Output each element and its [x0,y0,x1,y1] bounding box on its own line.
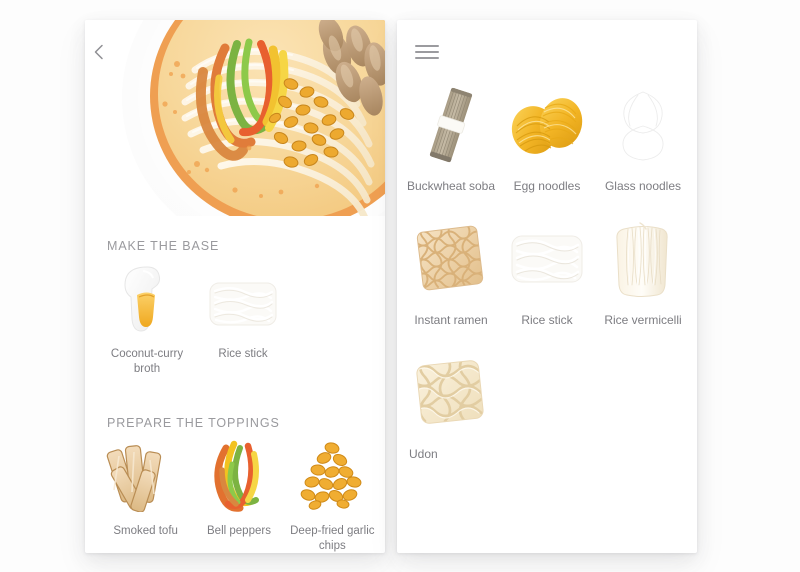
recipe-detail-card: MAKE THE BASE Coconut-curry broth Rice s… [85,20,385,553]
noodle-item-udon[interactable]: Udon [403,350,499,462]
noodle-label: Instant ramen [414,313,488,327]
noodle-label: Rice vermicelli [604,313,682,327]
hamburger-menu-button[interactable] [407,34,447,70]
ingredient-deep-fried-garlic-chips[interactable]: Deep-fried garlic chips [286,440,379,553]
garlic-chips-icon [289,440,375,512]
ingredient-label: Smoked tofu [113,525,178,537]
ingredient-row-base: Coconut-curry broth Rice stick [99,263,379,377]
spoon-broth-icon [104,263,190,335]
chevron-left-icon [94,44,103,60]
noodle-label: Rice stick [521,313,573,327]
smoked-tofu-icon [103,440,189,512]
ingredient-bell-peppers[interactable]: Bell peppers [192,440,285,553]
noodle-grid: Buckwheat soba Egg noodles Glass noodles… [403,82,691,484]
hero-image [85,20,385,216]
back-button[interactable] [89,42,125,78]
noodle-catalog-card: Buckwheat soba Egg noodles Glass noodles… [397,20,697,553]
ingredient-rice-stick[interactable]: Rice stick [195,263,291,377]
egg-noodles-icon [501,82,593,168]
rice-vermicelli-icon [597,216,689,302]
rice-stick-icon [501,216,593,302]
rice-stick-icon [200,263,286,335]
noodle-label: Buckwheat soba [406,179,496,193]
ingredient-coconut-curry-broth[interactable]: Coconut-curry broth [99,263,195,377]
noodle-item-glass-noodles[interactable]: Glass noodles [595,82,691,194]
noodle-item-egg-noodles[interactable]: Egg noodles [499,82,595,194]
buckwheat-soba-icon [405,82,497,168]
ingredient-row-toppings: Smoked tofu Bell peppers Deep-fried garl… [99,440,379,553]
section-title-prepare-the-toppings: PREPARE THE TOPPINGS [107,416,280,430]
ingredient-label: Coconut-curry broth [110,348,184,375]
ingredient-label: Deep-fried garlic chips [290,525,375,552]
noodle-label: Udon [409,447,438,461]
hamburger-menu-icon [415,41,439,63]
ingredient-label: Bell peppers [207,525,271,537]
instant-ramen-icon [405,216,497,302]
noodle-item-rice-stick[interactable]: Rice stick [499,216,595,328]
noodle-item-buckwheat-soba[interactable]: Buckwheat soba [403,82,499,194]
section-title-make-the-base: MAKE THE BASE [107,239,220,253]
glass-noodles-icon [597,82,689,168]
noodle-item-rice-vermicelli[interactable]: Rice vermicelli [595,216,691,328]
bell-peppers-icon [196,440,282,512]
ingredient-label: Rice stick [218,348,268,360]
noodle-item-instant-ramen[interactable]: Instant ramen [403,216,499,328]
noodle-label: Glass noodles [604,179,682,193]
udon-icon [405,350,497,436]
noodle-label: Egg noodles [513,179,581,193]
app-stage: MAKE THE BASE Coconut-curry broth Rice s… [0,0,800,572]
ingredient-smoked-tofu[interactable]: Smoked tofu [99,440,192,553]
